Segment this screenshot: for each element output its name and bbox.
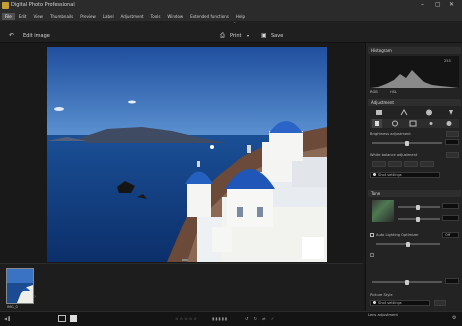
- toolbar: ⌃ ↶ Edit image ⎙ Print ▾ ▣ Save: [0, 21, 462, 43]
- channel-hsl-tab[interactable]: HSL: [390, 90, 397, 94]
- tone-header[interactable]: Tone: [368, 190, 461, 197]
- wb-register-button[interactable]: [420, 161, 434, 167]
- menu-adjustment[interactable]: Adjustment: [118, 13, 147, 20]
- menu-label[interactable]: Label: [100, 13, 117, 20]
- adjustment-header[interactable]: Adjustment: [368, 99, 461, 106]
- histogram-value: 255: [444, 59, 451, 63]
- filmstrip-scroll-icon[interactable]: ›: [34, 294, 36, 300]
- tone-slider-2[interactable]: [398, 216, 440, 222]
- brightness-value-field[interactable]: [445, 139, 459, 145]
- picture-style-camera-icon: [373, 301, 376, 304]
- tab-crop-icon[interactable]: [408, 119, 418, 128]
- picture-style-label: Picture Style: [370, 293, 393, 297]
- print-icon[interactable]: ⎙: [220, 32, 225, 40]
- menu-file[interactable]: File: [2, 12, 15, 20]
- viewer-resize-handle[interactable]: [182, 259, 188, 261]
- auto-lighting-slider[interactable]: [376, 241, 440, 247]
- adjust-value-field-3[interactable]: [445, 278, 459, 284]
- lens-adjust-label[interactable]: Lens adjustment: [368, 313, 398, 317]
- grid-view-icon[interactable]: [70, 315, 77, 322]
- menu-preview[interactable]: Preview: [77, 13, 99, 20]
- save-icon[interactable]: ▣: [261, 32, 267, 39]
- rotate-icons[interactable]: ↺ ↻ ⇄ ✓: [245, 316, 276, 321]
- menu-extended-functions[interactable]: Extended functions: [187, 13, 232, 20]
- menu-help[interactable]: Help: [233, 13, 248, 20]
- back-arrow-icon[interactable]: ↶: [9, 32, 14, 39]
- label-icons[interactable]: ▮▮▮▮▮: [212, 316, 228, 321]
- tab-settings-icon[interactable]: [444, 119, 454, 128]
- maximize-icon[interactable]: ▢: [435, 1, 441, 8]
- edit-image-button[interactable]: Edit image: [23, 33, 50, 39]
- auto-lighting-checkbox[interactable]: [370, 233, 374, 237]
- brightness-slider[interactable]: [372, 140, 442, 146]
- picture-style-value: Shot settings: [378, 301, 402, 305]
- histogram-header[interactable]: Histogram: [368, 47, 461, 54]
- wb-tune-button[interactable]: [404, 161, 418, 167]
- auto-lighting-label: Auto Lighting Optimizer: [376, 233, 419, 237]
- print-dropdown-icon[interactable]: ▾: [247, 33, 249, 38]
- menu-window[interactable]: Window: [164, 13, 186, 20]
- picture-style-browse-button[interactable]: [434, 300, 446, 306]
- menu-edit[interactable]: Edit: [16, 13, 30, 20]
- title-bar: Digital Photo Professional – ▢ ✕: [0, 0, 462, 11]
- channel-rgb-tab[interactable]: RGB: [370, 90, 378, 94]
- white-balance-label: White balance adjustment: [370, 153, 418, 157]
- brightness-reset-button[interactable]: [446, 131, 459, 137]
- app-icon: [2, 2, 9, 9]
- wb-reset-button[interactable]: [446, 152, 459, 158]
- adjust-slider-3[interactable]: [372, 279, 442, 285]
- rating-icons[interactable]: ☆☆☆☆☆: [175, 316, 198, 321]
- minimize-icon[interactable]: –: [421, 1, 424, 8]
- window-title: Digital Photo Professional: [11, 2, 75, 8]
- status-right-icon[interactable]: ⚙: [452, 315, 456, 321]
- brightness-label: Brightness adjustment: [370, 132, 411, 136]
- wb-custom-button[interactable]: [388, 161, 402, 167]
- tone-value-field-2[interactable]: [442, 215, 459, 221]
- thumbnail-image[interactable]: [6, 268, 34, 304]
- tone-curve-icon[interactable]: [399, 108, 409, 117]
- wb-select-value: Shot settings: [378, 173, 402, 177]
- picture-style-select[interactable]: Shot settings: [370, 300, 430, 306]
- tone-slider-1[interactable]: [398, 204, 440, 210]
- tab-tone-icon[interactable]: [390, 119, 400, 128]
- detail-adjust-icon[interactable]: [446, 108, 456, 117]
- tab-basic-icon[interactable]: [372, 119, 382, 128]
- menu-thumbnails[interactable]: Thumbnails: [47, 13, 76, 20]
- status-left-icon: ◀ ▌: [4, 316, 12, 321]
- wb-camera-icon: [373, 173, 376, 176]
- menu-tools[interactable]: Tools: [148, 13, 164, 20]
- basic-adjust-icon[interactable]: [374, 108, 384, 117]
- tool-palette: Histogram 255 RGB HSL Adjustment Brightn…: [365, 43, 462, 311]
- tone-color-wheel[interactable]: [372, 200, 394, 222]
- menu-bar: File Edit View Thumbnails Preview Label …: [0, 11, 462, 21]
- color-adjust-icon[interactable]: [424, 108, 434, 117]
- tab-dust-icon[interactable]: [426, 119, 436, 128]
- save-button[interactable]: Save: [271, 33, 283, 39]
- option-checkbox[interactable]: [370, 253, 374, 257]
- print-button[interactable]: Print: [230, 33, 242, 39]
- preview-image: [47, 47, 327, 262]
- wb-eyedropper-button[interactable]: [372, 161, 386, 167]
- wb-select[interactable]: Shot settings: [370, 172, 440, 178]
- thumbnail-label: IMG_0: [7, 305, 18, 309]
- tone-value-field-1[interactable]: [442, 203, 459, 209]
- close-icon[interactable]: ✕: [449, 1, 454, 8]
- auto-lighting-select[interactable]: Off: [442, 232, 459, 238]
- menu-view[interactable]: View: [30, 13, 46, 20]
- single-view-icon[interactable]: [58, 315, 66, 322]
- image-viewer[interactable]: [0, 43, 363, 263]
- filmstrip: IMG_0 ›: [0, 263, 363, 311]
- collapse-toolbar-icon[interactable]: ⌃: [233, 21, 236, 26]
